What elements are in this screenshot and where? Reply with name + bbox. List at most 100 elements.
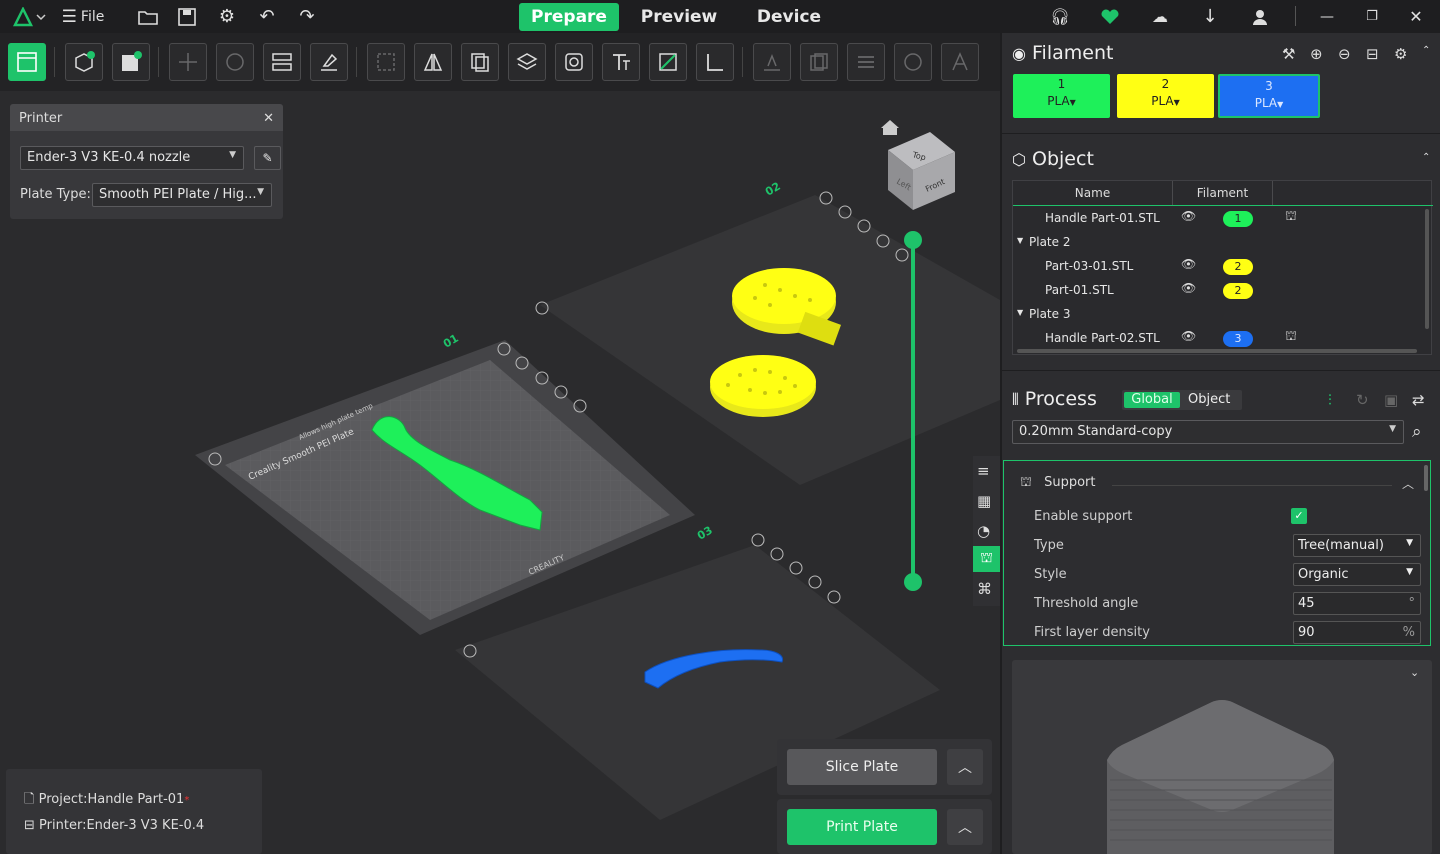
printer-select[interactable]: Ender-3 V3 KE-0.4 nozzle ▼ <box>20 146 244 170</box>
cut-layer-icon[interactable] <box>508 43 546 81</box>
support-icon[interactable]: ⛫ <box>1285 209 1297 226</box>
quality-tab-icon[interactable]: ▦ <box>977 492 991 510</box>
remove-filament-icon[interactable]: ⊖ <box>1338 45 1351 63</box>
minimize-icon[interactable]: — <box>1315 0 1339 33</box>
slice-options-chevron-up-icon[interactable]: ︿ <box>947 749 983 785</box>
collapse-icon[interactable]: ⌃ <box>1422 45 1430 56</box>
app-logo-menu[interactable] <box>8 0 50 33</box>
support-type-select[interactable]: Tree(manual) ▼ <box>1293 534 1421 557</box>
visibility-eye-icon[interactable]: 👁︎ <box>1181 209 1196 223</box>
support-icon[interactable]: ⛫ <box>1285 329 1297 346</box>
column-filament[interactable]: Filament <box>1173 181 1273 205</box>
filament-badge[interactable]: 2 <box>1223 283 1253 299</box>
speed-tab-icon[interactable]: ◔ <box>977 522 990 540</box>
tab-prepare[interactable]: Prepare <box>519 3 619 31</box>
tab-global[interactable]: Global <box>1124 392 1180 408</box>
save-preset-icon[interactable]: ▣ <box>1384 391 1398 409</box>
object-row[interactable]: Part-03-01.STL 👁︎ 2 <box>1013 254 1423 278</box>
redo-icon[interactable]: ↷ <box>295 0 319 33</box>
add-filament-icon[interactable]: ⊕ <box>1310 45 1323 63</box>
filament-settings-icon[interactable]: ⚒ <box>1282 45 1295 63</box>
visibility-eye-icon[interactable]: 👁︎ <box>1181 281 1196 295</box>
visibility-eye-icon[interactable]: 👁︎ <box>1181 257 1196 271</box>
close-icon[interactable]: ✕ <box>1404 0 1428 33</box>
expand-chevron-icon[interactable]: ▼ <box>1017 236 1023 245</box>
support-tab-icon[interactable]: ⛫ <box>973 546 1000 572</box>
expand-chevron-icon[interactable]: ▼ <box>1017 308 1023 317</box>
hollow-icon[interactable] <box>555 43 593 81</box>
home-view-icon[interactable] <box>881 120 899 135</box>
restore-icon[interactable]: ❐ <box>1360 0 1384 33</box>
paint-seam-icon[interactable] <box>649 43 687 81</box>
object-row[interactable]: Handle Part-01.STL 👁︎ 1 ⛫ <box>1013 206 1423 230</box>
settings-scrollbar[interactable] <box>1424 465 1428 491</box>
compare-icon[interactable]: ⇄ <box>1412 391 1425 409</box>
add-plate-icon[interactable] <box>112 43 150 81</box>
print-options-chevron-up-icon[interactable]: ︿ <box>947 809 983 845</box>
color-paint-icon[interactable] <box>894 43 932 81</box>
scale-icon[interactable] <box>367 43 405 81</box>
reset-icon[interactable]: ↻ <box>1356 391 1369 409</box>
cloud-upload-icon[interactable]: ☁ <box>1148 0 1172 33</box>
headset-icon[interactable]: 🎧︎ <box>1048 0 1072 33</box>
slider-top-handle[interactable] <box>904 231 922 249</box>
file-menu[interactable]: ☰ File <box>58 0 108 33</box>
enable-support-checkbox[interactable]: ✓ <box>1291 508 1307 524</box>
save-icon[interactable] <box>175 0 199 33</box>
print-plate-button[interactable]: Print Plate <box>787 809 937 845</box>
process-preset-select[interactable]: 0.20mm Standard-copy ▼ <box>1012 420 1404 444</box>
open-folder-icon[interactable] <box>135 0 161 33</box>
mirror-icon[interactable] <box>414 43 452 81</box>
settings-gear-icon[interactable]: ⚙ <box>215 0 239 33</box>
filament-badge[interactable]: 2 <box>1223 259 1253 275</box>
plate-group-row[interactable]: ▼ Plate 2 <box>1013 230 1423 254</box>
plate-view-icon[interactable] <box>8 43 46 81</box>
filament-slot-2[interactable]: 2 PLA▼ <box>1117 74 1214 118</box>
object-row[interactable]: Handle Part-02.STL 👁︎ 3 ⛫ <box>1013 326 1423 350</box>
support-paint-icon[interactable] <box>753 43 791 81</box>
first-layer-density-input[interactable]: 90 % <box>1293 621 1421 644</box>
sync-filament-icon[interactable]: ⊟ <box>1366 45 1379 63</box>
edit-printer-icon[interactable]: ✎ <box>254 146 281 170</box>
column-name[interactable]: Name <box>1013 181 1173 205</box>
plate-group-row[interactable]: ▼ Plate 3 <box>1013 302 1423 326</box>
filament-slot-1[interactable]: 1 PLA▼ <box>1013 74 1110 118</box>
emboss-icon[interactable] <box>941 43 979 81</box>
collapse-icon[interactable]: ⌃ <box>1422 152 1430 163</box>
close-icon[interactable]: ✕ <box>263 111 274 126</box>
threshold-angle-input[interactable]: 45 ° <box>1293 592 1421 615</box>
tab-preview[interactable]: Preview <box>630 3 728 31</box>
support-section-header[interactable]: ⛫ Support <box>1020 475 1095 492</box>
text-tool-icon[interactable] <box>602 43 640 81</box>
visibility-eye-icon[interactable]: 👁︎ <box>1181 329 1196 343</box>
move-icon[interactable] <box>169 43 207 81</box>
rotate-icon[interactable] <box>216 43 254 81</box>
heart-icon[interactable] <box>1098 0 1122 33</box>
undo-icon[interactable]: ↶ <box>255 0 279 33</box>
object-row[interactable]: Part-01.STL 👁︎ 2 <box>1013 278 1423 302</box>
lay-on-face-icon[interactable] <box>310 43 348 81</box>
layers-tab-icon[interactable]: ≡ <box>977 462 990 480</box>
tab-device[interactable]: Device <box>740 3 838 31</box>
search-icon[interactable]: ⌕ <box>1412 422 1422 442</box>
measure-icon[interactable] <box>696 43 734 81</box>
support-style-select[interactable]: Organic ▼ <box>1293 563 1421 586</box>
user-avatar-icon[interactable] <box>1248 0 1272 33</box>
slice-plate-button[interactable]: Slice Plate <box>787 749 937 785</box>
filament-badge[interactable]: 3 <box>1223 331 1253 347</box>
arrange-icon[interactable] <box>263 43 301 81</box>
object-list[interactable]: Name Filament Handle Part-01.STL 👁︎ 1 ⛫ … <box>1012 180 1433 355</box>
filament-slot-3[interactable]: 3 PLA▼ <box>1218 74 1320 118</box>
others-tab-icon[interactable]: ⌘ <box>977 580 992 598</box>
clone-icon[interactable] <box>461 43 499 81</box>
slider-bottom-handle[interactable] <box>904 573 922 591</box>
layers-icon[interactable] <box>847 43 885 81</box>
add-model-icon[interactable] <box>65 43 103 81</box>
vertical-scrollbar[interactable] <box>1425 209 1429 329</box>
plate-type-select[interactable]: Smooth PEI Plate / Hig... ▼ <box>92 183 272 207</box>
collapse-chevron-icon[interactable]: ︿ <box>1402 475 1414 492</box>
download-icon[interactable]: ↓ <box>1198 0 1222 33</box>
filament-badge[interactable]: 1 <box>1223 211 1253 227</box>
gear-icon[interactable]: ⚙ <box>1394 45 1407 63</box>
advanced-settings-icon[interactable]: ⫶ <box>1328 391 1332 409</box>
